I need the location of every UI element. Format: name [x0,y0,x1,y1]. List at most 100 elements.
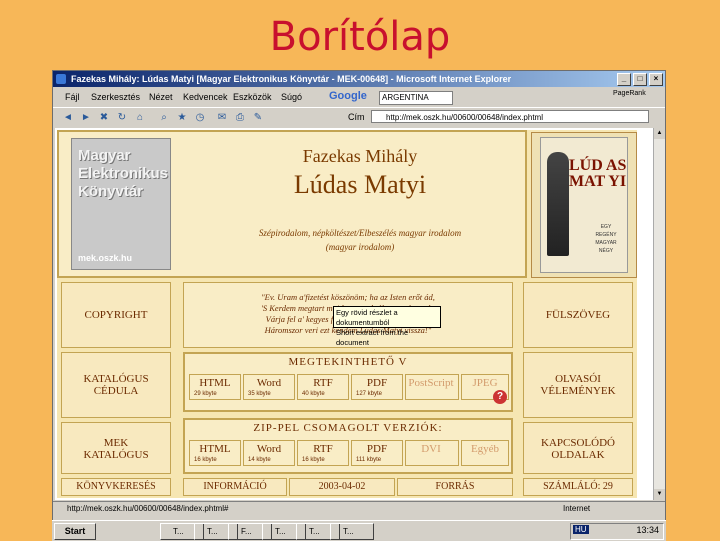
slide-title: Borítólap [269,14,451,60]
cover-line-4: NÉGY [598,248,614,254]
google-toolbar-logo: Google [329,90,367,102]
format-name: PDF [366,377,388,389]
catalog-card-line2: CÉDULA [93,385,139,397]
cover-line-2: REGÉNY [595,232,617,238]
home-icon[interactable]: ⌂ [133,111,147,124]
cover-title: LÚD AS MAT YI [569,157,627,190]
format-rtf[interactable]: RTF 40 kbyte [297,374,349,400]
genre-subline: (magyar irodalom) [325,242,395,252]
mail-icon[interactable]: ✉ [215,111,229,124]
format-word[interactable]: Word 35 kbyte [243,374,295,400]
menu-bar: Fájl Szerkesztés Nézet Kedvencek Eszközö… [53,88,665,106]
close-button[interactable]: × [649,73,663,86]
format-size: 16 kbyte [302,457,325,463]
help-icon[interactable]: ? [493,390,507,404]
menu-favorites[interactable]: Kedvencek [183,92,228,102]
information-link[interactable]: INFORMÁCIÓ [183,478,287,496]
format-name: PostScript [408,377,454,389]
mek-catalog-link[interactable]: MEK KATALÓGUS [61,422,171,474]
zip-dvi: DVI [405,440,459,466]
related-pages-line1: KAPCSOLÓDÓ [541,437,615,449]
format-size: 35 kbyte [248,391,271,397]
reader-reviews-link[interactable]: OLVASÓI VÉLEMÉNYEK [523,352,633,418]
vertical-scrollbar[interactable]: ▲ ▼ [653,128,665,500]
menu-help[interactable]: Súgó [281,92,302,102]
format-html[interactable]: HTML 29 kbyte [189,374,241,400]
address-field[interactable]: http://mek.oszk.hu/00600/00648/index.pht… [371,110,649,123]
mek-catalog-line1: MEK [103,437,129,449]
menu-view[interactable]: Nézet [149,92,173,102]
logo-line-1: Magyar [78,147,131,164]
related-pages-line2: OLDALAK [551,449,605,461]
format-size: 16 kbyte [194,457,217,463]
book-search-link[interactable]: KÖNYVKERESÉS [61,478,171,496]
format-name: RTF [313,377,333,389]
scroll-up-icon[interactable]: ▲ [654,128,665,139]
status-zone: Internet [563,504,591,513]
search-icon[interactable]: ⌕ [157,111,171,124]
forward-icon[interactable]: ► [79,111,93,124]
format-name: HTML [199,377,231,389]
tooltip-line-1: Egy rövid részlet a dokumentumból [336,308,398,327]
cover-line-1: EGY [600,224,612,230]
address-label: Cím [348,112,365,122]
zip-html[interactable]: HTML 16 kbyte [189,440,241,466]
maximize-button[interactable]: □ [633,73,647,86]
favorites-icon[interactable]: ★ [175,111,189,124]
status-url: http://mek.oszk.hu/00600/00648/index.pht… [67,504,229,513]
stop-icon[interactable]: ✖ [97,111,111,124]
zip-pdf[interactable]: PDF 111 kbyte [351,440,403,466]
menu-file[interactable]: Fájl [65,92,80,102]
quote-line-1: "Ev. Uram a'fizetést köszönöm; ha az Ist… [261,292,435,302]
mek-logo[interactable]: Magyar Elektronikus Könyvtár mek.oszk.hu [71,138,171,270]
status-bar: http://mek.oszk.hu/00600/00648/index.pht… [53,501,665,516]
copyright-link[interactable]: COPYRIGHT [61,282,171,348]
format-size: 14 kbyte [248,457,271,463]
book-title: Lúdas Matyi [293,170,427,199]
menu-tools[interactable]: Eszközök [233,92,272,102]
scroll-down-icon[interactable]: ▼ [654,489,665,500]
reader-reviews-line1: OLVASÓI [555,373,601,385]
format-name: Egyéb [470,443,500,455]
browser-window: Fazekas Mihály: Lúdas Matyi [Magyar Elek… [52,70,666,526]
zip-word[interactable]: Word 14 kbyte [243,440,295,466]
minimize-button[interactable]: _ [617,73,631,86]
zip-rtf[interactable]: RTF 16 kbyte [297,440,349,466]
mek-catalog-line2: KATALÓGUS [83,449,149,461]
refresh-icon[interactable]: ↻ [115,111,129,124]
menu-edit[interactable]: Szerkesztés [91,92,140,102]
logo-line-3: Könyvtár [78,183,144,200]
google-search-input[interactable]: ARGENTINA [379,91,453,105]
title-bar[interactable]: Fazekas Mihály: Lúdas Matyi [Magyar Elek… [53,71,665,87]
catalog-card-link[interactable]: KATALÓGUS CÉDULA [61,352,171,418]
system-tray: HU 13:34 [570,523,664,540]
format-size: 29 kbyte [194,391,217,397]
reader-reviews-line2: VÉLEMÉNYEK [540,385,616,397]
flap-text-link[interactable]: FÜLSZÖVEG [523,282,633,348]
tooltip-line-2: Short extract from the document [336,328,409,347]
edit-icon[interactable]: ✎ [251,111,265,124]
logo-line-2: Elektronikus [78,165,169,182]
print-icon[interactable]: ⎙ [233,111,247,124]
source-link[interactable]: FORRÁS [397,478,513,496]
zip-other[interactable]: Egyéb [461,440,509,466]
catalog-card-line1: KATALÓGUS [83,373,149,385]
book-cover[interactable]: LÚD AS MAT YI EGY REGÉNY MAGYAR NÉGY [531,132,637,278]
ie-icon [56,74,66,84]
visit-counter: SZÁMLÁLÓ: 29 [523,478,633,496]
format-pdf[interactable]: PDF 127 kbyte [351,374,403,400]
related-pages-link[interactable]: KAPCSOLÓDÓ OLDALAK [523,422,633,474]
back-icon[interactable]: ◄ [61,111,75,124]
window-title: Fazekas Mihály: Lúdas Matyi [Magyar Elek… [71,74,512,84]
taskbar: Start T... T... F... T... T... T... HU 1… [52,520,666,541]
format-postscript: PostScript [405,374,459,400]
author-name: Fazekas Mihály [302,146,418,166]
start-button[interactable]: Start [54,523,96,540]
format-size: 40 kbyte [302,391,325,397]
format-name: DVI [421,443,441,455]
pagerank-label: PageRank [613,90,646,97]
language-indicator[interactable]: HU [573,525,589,534]
taskbar-item[interactable]: T... [330,523,374,540]
genre-line: Szépirodalom, népköltészet/Elbeszélés ma… [258,228,462,238]
history-icon[interactable]: ◷ [193,111,207,124]
